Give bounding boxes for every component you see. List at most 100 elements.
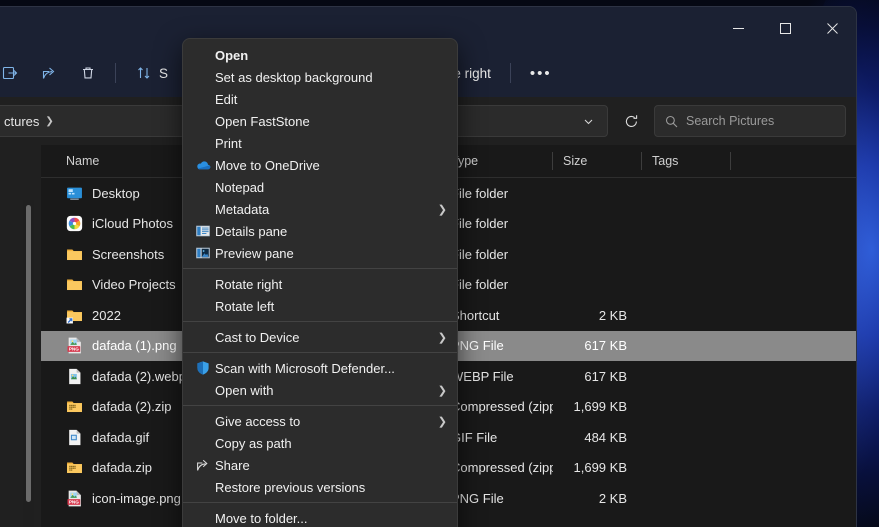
menu-item-label: Move to folder... xyxy=(215,510,308,526)
icloud-photos-icon xyxy=(66,215,83,232)
ellipsis-icon: ••• xyxy=(529,64,552,82)
menu-item-label: Restore previous versions xyxy=(215,479,366,495)
overflow-button[interactable]: ••• xyxy=(520,57,562,89)
menu-separator xyxy=(183,321,457,322)
menu-item-restore-previous-versions[interactable]: Restore previous versions xyxy=(183,476,457,498)
menu-item-label: Open FastStone xyxy=(215,113,310,129)
screen: S d Rotate left xyxy=(0,0,879,527)
maximize-button[interactable] xyxy=(762,7,809,49)
menu-item-preview-pane[interactable]: Preview pane xyxy=(183,242,457,264)
menu-item-rotate-left[interactable]: Rotate left xyxy=(183,295,457,317)
menu-item-label: Give access to xyxy=(215,413,301,429)
toolbar-separator-1 xyxy=(115,63,116,83)
menu-item-move-to-folder[interactable]: Move to folder... xyxy=(183,507,457,527)
menu-item-cast-to-device[interactable]: Cast to Device ❯ xyxy=(183,326,457,348)
file-name-label: dafada.gif xyxy=(92,429,150,445)
menu-item-rotate-right[interactable]: Rotate right xyxy=(183,273,457,295)
window-controls xyxy=(715,7,856,49)
submenu-chevron-icon: ❯ xyxy=(437,384,447,397)
nav-scrollbar-thumb[interactable] xyxy=(26,205,31,502)
png-file-icon xyxy=(66,337,83,354)
refresh-icon xyxy=(625,114,637,127)
menu-item-scan-with-microsoft-defender[interactable]: Scan with Microsoft Defender... xyxy=(183,357,457,379)
submenu-chevron-icon: ❯ xyxy=(437,203,447,216)
folder-icon xyxy=(66,276,83,293)
menu-item-notepad[interactable]: Notepad xyxy=(183,176,457,198)
close-button[interactable] xyxy=(809,7,856,49)
file-size-cell: 617 KB xyxy=(584,338,627,354)
menu-item-open[interactable]: Open xyxy=(183,44,457,66)
menu-item-label: Cast to Device xyxy=(215,329,300,345)
menu-item-set-as-desktop-background[interactable]: Set as desktop background xyxy=(183,66,457,88)
share-button[interactable] xyxy=(30,57,67,89)
navigation-pane: C xyxy=(0,145,41,527)
menu-separator xyxy=(183,268,457,269)
menu-separator xyxy=(183,405,457,406)
menu-item-move-to-onedrive[interactable]: Move to OneDrive xyxy=(183,154,457,176)
search-icon xyxy=(665,115,678,127)
menu-item-label: Rotate right xyxy=(215,276,283,292)
menu-item-copy-as-path[interactable]: Copy as path xyxy=(183,432,457,454)
toolbar-separator-2 xyxy=(509,63,511,83)
shortcut-folder-icon xyxy=(66,307,83,324)
menu-item-label: Preview pane xyxy=(215,245,294,261)
png-file-icon xyxy=(66,490,83,507)
file-name-label: dafada.zip xyxy=(92,460,152,476)
column-header-size[interactable]: Size xyxy=(553,145,642,178)
menu-item-open-faststone[interactable]: Open FastStone xyxy=(183,110,457,132)
delete-button[interactable] xyxy=(69,57,106,89)
file-size-cell: 2 KB xyxy=(598,307,627,323)
menu-item-label: Move to OneDrive xyxy=(215,157,320,173)
menu-item-give-access-to[interactable]: Give access to ❯ xyxy=(183,410,457,432)
breadcrumb-item-pictures[interactable]: ctures ❯ xyxy=(0,108,58,134)
webp-file-icon xyxy=(66,368,83,385)
menu-item-label: Edit xyxy=(215,91,238,107)
file-name-label: dafada (2).zip xyxy=(92,399,172,415)
nav-scrollbar-track[interactable] xyxy=(23,200,34,527)
file-name-label: dafada (2).webp xyxy=(92,368,186,384)
column-header-name-label: Name xyxy=(66,154,100,168)
refresh-button[interactable] xyxy=(616,105,646,137)
menu-item-metadata[interactable]: Metadata ❯ xyxy=(183,198,457,220)
delete-icon xyxy=(79,65,96,82)
menu-item-open-with[interactable]: Open with ❯ xyxy=(183,379,457,401)
column-header-tags[interactable]: Tags xyxy=(642,145,731,178)
minimize-button[interactable] xyxy=(715,7,762,49)
menu-item-label: Set as desktop background xyxy=(215,69,373,85)
menu-item-label: Open xyxy=(215,47,249,63)
search-input[interactable]: Search Pictures xyxy=(686,114,774,128)
file-name-label: icon-image.png xyxy=(92,490,181,506)
file-name-label: dafada (1).png xyxy=(92,338,177,354)
sort-icon xyxy=(135,65,152,82)
search-box[interactable]: Search Pictures xyxy=(654,105,846,137)
file-size-cell: 1,699 KB xyxy=(573,399,628,415)
rename-button[interactable] xyxy=(0,57,28,89)
file-size-cell: 2 KB xyxy=(598,490,627,506)
share-menu-icon xyxy=(191,457,215,473)
address-dropdown-button[interactable] xyxy=(575,108,601,134)
menu-separator xyxy=(183,352,457,353)
menu-item-print[interactable]: Print xyxy=(183,132,457,154)
submenu-chevron-icon: ❯ xyxy=(437,331,447,344)
menu-item-details-pane[interactable]: Details pane xyxy=(183,220,457,242)
menu-item-label: Print xyxy=(215,135,242,151)
column-header-size-label: Size xyxy=(563,154,588,168)
file-name-label: Screenshots xyxy=(92,246,165,262)
file-name-label: 2022 xyxy=(92,307,121,323)
sort-button[interactable]: S xyxy=(125,57,178,89)
sort-label: S xyxy=(159,65,169,81)
menu-item-label: Details pane xyxy=(215,223,288,239)
onedrive-icon xyxy=(191,157,215,173)
menu-item-edit[interactable]: Edit xyxy=(183,88,457,110)
menu-item-share[interactable]: Share xyxy=(183,454,457,476)
file-name-label: Video Projects xyxy=(92,277,176,293)
breadcrumb-chevron-icon: ❯ xyxy=(45,115,54,127)
breadcrumb-label: ctures xyxy=(4,113,40,129)
maximize-icon xyxy=(780,22,791,34)
share-icon xyxy=(40,65,57,82)
menu-item-label: Rotate left xyxy=(215,298,275,314)
menu-separator xyxy=(183,502,457,503)
minimize-icon xyxy=(733,27,744,29)
submenu-chevron-icon: ❯ xyxy=(437,415,447,428)
file-size-cell: 1,699 KB xyxy=(573,460,628,476)
